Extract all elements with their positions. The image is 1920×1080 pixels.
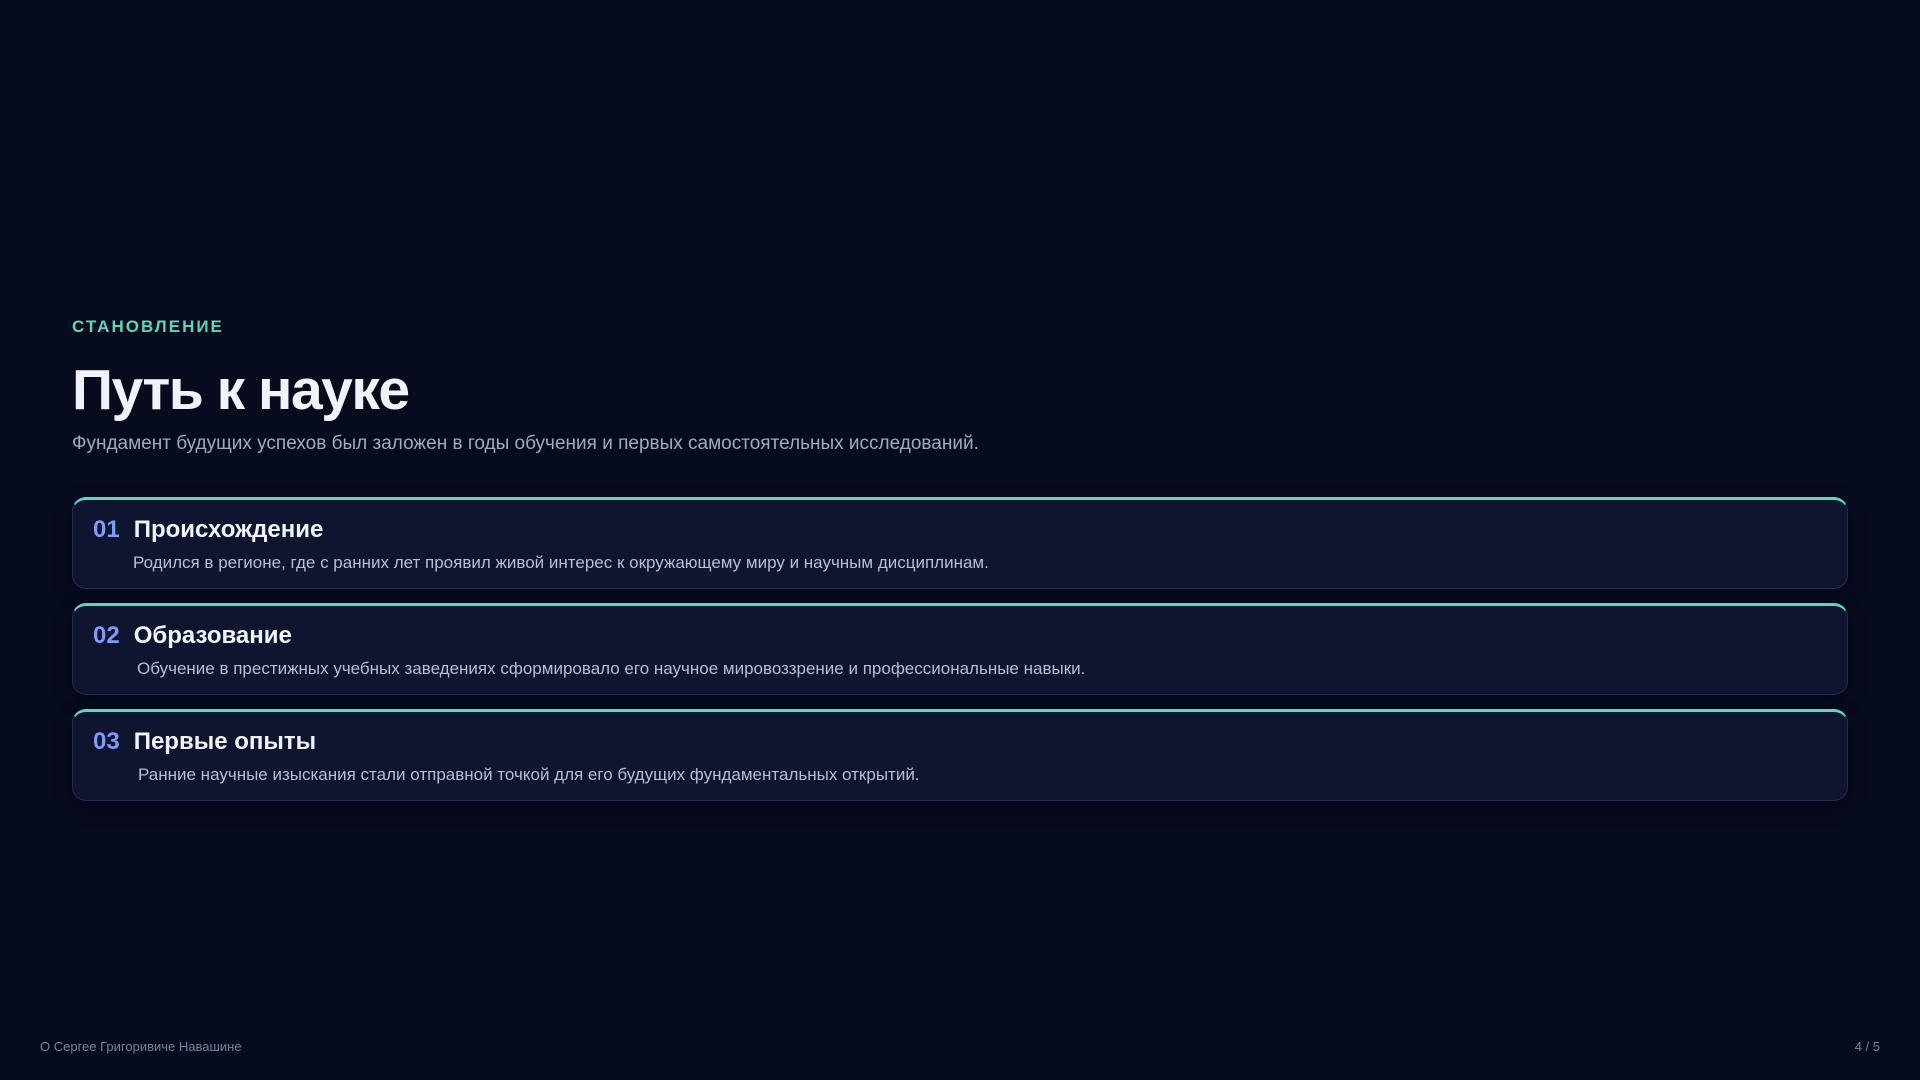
card-number: 03 bbox=[93, 728, 120, 755]
card-title: Образование bbox=[133, 622, 292, 649]
card-number: 02 bbox=[93, 622, 120, 649]
timeline-card-education: 02 Образование Обучение в престижных уче… bbox=[72, 603, 1848, 695]
card-description: Обучение в престижных учебных заведениях… bbox=[137, 659, 1086, 678]
footer-presentation-title: О Сергее Григоривиче Навашине bbox=[40, 1039, 242, 1054]
card-header: 02 Образование bbox=[93, 620, 1827, 652]
card-description: Ранние научные изыскания стали отправной… bbox=[138, 765, 920, 784]
section-eyebrow: СТАНОВЛЕНИЕ bbox=[72, 317, 224, 336]
slide-title: Путь к науке bbox=[72, 358, 410, 422]
card-description: Родился в регионе, где с ранних лет проя… bbox=[133, 553, 989, 572]
timeline-card-first-experiments: 03 Первые опыты Ранние научные изыскания… bbox=[72, 709, 1848, 801]
card-title: Первые опыты bbox=[133, 728, 317, 755]
card-header: 01 Происхождение bbox=[93, 514, 1827, 546]
slide-content: СТАНОВЛЕНИЕ Путь к науке Фундамент будущ… bbox=[72, 316, 1848, 815]
slide: СТАНОВЛЕНИЕ Путь к науке Фундамент будущ… bbox=[0, 0, 1920, 1080]
timeline-card-origin: 01 Происхождение Родился в регионе, где … bbox=[72, 497, 1848, 589]
slide-subtitle: Фундамент будущих успехов был заложен в … bbox=[72, 433, 979, 454]
footer-page-number: 4 / 5 bbox=[1854, 1039, 1880, 1054]
card-header: 03 Первые опыты bbox=[93, 726, 1827, 758]
card-number: 01 bbox=[93, 516, 120, 543]
card-title: Происхождение bbox=[133, 516, 324, 543]
timeline-list: 01 Происхождение Родился в регионе, где … bbox=[72, 497, 1848, 801]
